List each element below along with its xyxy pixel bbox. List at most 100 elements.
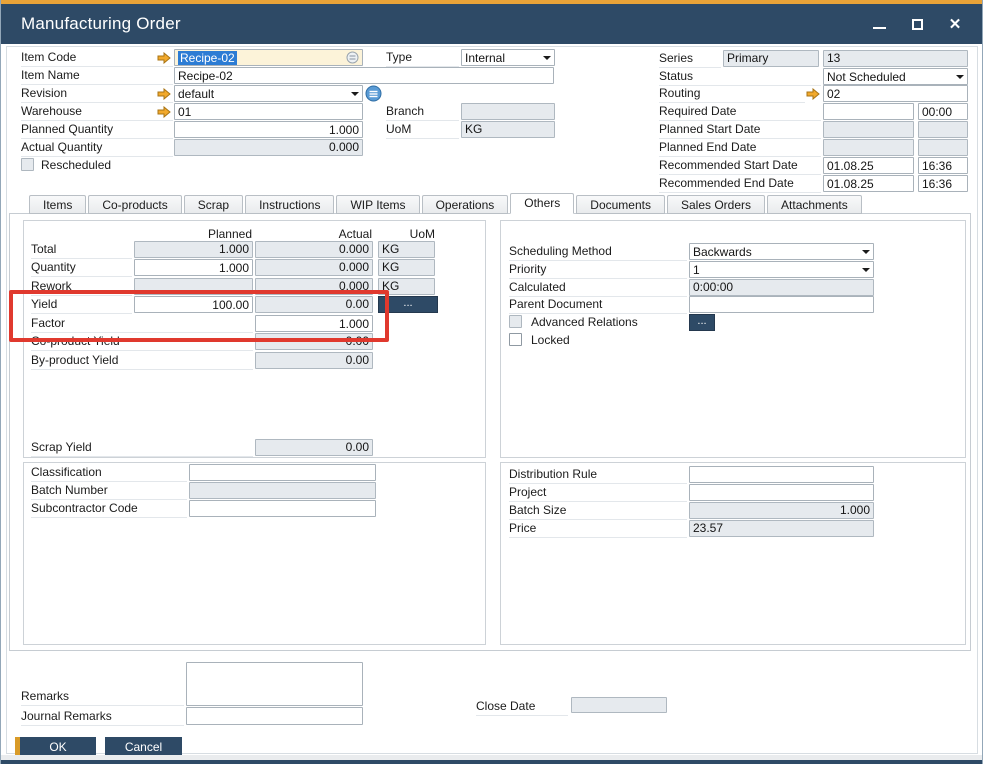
factor-input[interactable] — [255, 315, 373, 332]
distribution-rule-label: Distribution Rule — [509, 466, 687, 484]
by-product-yield-field: 0.00 — [255, 352, 373, 369]
required-time-input[interactable] — [918, 103, 968, 120]
tab-operations[interactable]: Operations — [422, 195, 509, 214]
link-arrow-icon[interactable] — [157, 106, 171, 118]
revision-value: default — [178, 87, 349, 101]
advanced-relations-checkbox[interactable] — [509, 315, 522, 328]
classification-input[interactable] — [189, 464, 376, 481]
cancel-button[interactable]: Cancel — [105, 737, 182, 756]
planned-start-date-label: Planned Start Date — [659, 121, 821, 139]
planned-quantity-label: Planned Quantity — [21, 121, 173, 139]
required-date-label: Required Date — [659, 103, 821, 121]
tab-co-products[interactable]: Co-products — [88, 195, 181, 214]
parent-document-input[interactable] — [689, 296, 874, 313]
series-label: Series — [659, 50, 721, 68]
calculated-label: Calculated — [509, 279, 687, 297]
price-label: Price — [509, 520, 687, 538]
window-title: Manufacturing Order — [21, 14, 181, 34]
quantity-uom-field: KG — [378, 259, 435, 276]
actual-quantity-field: 0.000 — [174, 139, 363, 156]
scheduling-method-value: Backwards — [693, 245, 860, 259]
title-bar[interactable]: Manufacturing Order — [1, 4, 982, 44]
priority-value: 1 — [693, 263, 860, 277]
actual-quantity-label: Actual Quantity — [21, 139, 173, 157]
project-label: Project — [509, 484, 687, 502]
total-uom-field: KG — [378, 241, 435, 258]
tab-attachments[interactable]: Attachments — [767, 195, 862, 214]
tab-wip-items[interactable]: WIP Items — [336, 195, 419, 214]
series-name-field: Primary — [723, 50, 819, 67]
total-label: Total — [31, 241, 132, 259]
yield-planned-input[interactable] — [134, 296, 253, 313]
recommended-start-time-input[interactable] — [918, 157, 968, 174]
item-name-input[interactable] — [174, 67, 554, 84]
scrap-yield-label: Scrap Yield — [31, 439, 253, 457]
routing-label: Routing — [659, 85, 805, 103]
locked-checkbox[interactable] — [509, 333, 522, 346]
recommended-start-date-label: Recommended Start Date — [659, 157, 821, 175]
journal-remarks-input[interactable] — [186, 707, 363, 725]
maximize-button[interactable] — [906, 13, 928, 35]
priority-dropdown[interactable]: 1 — [689, 261, 874, 278]
link-arrow-icon[interactable] — [806, 88, 820, 100]
remarks-label: Remarks — [21, 688, 184, 706]
advanced-relations-more-button[interactable]: ... — [689, 314, 715, 331]
locked-label: Locked — [531, 332, 681, 349]
warehouse-label: Warehouse — [21, 103, 173, 121]
planned-end-date-field — [823, 139, 914, 156]
tab-others[interactable]: Others — [510, 193, 574, 214]
type-dropdown[interactable]: Internal — [461, 49, 555, 66]
minimize-icon — [873, 27, 886, 29]
window-bottom-border — [1, 760, 982, 764]
routing-input[interactable] — [823, 85, 968, 102]
item-code-input[interactable]: Recipe-02 — [174, 49, 363, 66]
subcontractor-code-input[interactable] — [189, 500, 376, 517]
planned-quantity-input[interactable] — [174, 121, 363, 138]
scrap-yield-field: 0.00 — [255, 439, 373, 456]
uom-field: KG — [461, 121, 555, 138]
actual-column-header: Actual — [255, 227, 372, 241]
project-input[interactable] — [689, 484, 874, 501]
rework-planned-field — [134, 278, 253, 295]
branch-field — [461, 103, 555, 120]
batch-size-field: 1.000 — [689, 502, 874, 519]
remarks-textarea[interactable] — [186, 662, 363, 706]
chevron-down-icon — [862, 268, 870, 272]
yield-more-button[interactable]: ... — [378, 296, 438, 313]
close-button[interactable]: ✕ — [944, 13, 966, 35]
tab-instructions[interactable]: Instructions — [245, 195, 334, 214]
planned-start-time-field — [918, 121, 968, 138]
chevron-down-icon — [351, 92, 359, 96]
distribution-rule-input[interactable] — [689, 466, 874, 483]
planned-column-header: Planned — [134, 227, 252, 241]
status-dropdown[interactable]: Not Scheduled — [823, 68, 968, 85]
uom-label: UoM — [386, 121, 459, 139]
recommended-end-date-input[interactable] — [823, 175, 914, 192]
rescheduled-label: Rescheduled — [41, 157, 151, 174]
recommended-start-date-input[interactable] — [823, 157, 914, 174]
tab-scrap[interactable]: Scrap — [184, 195, 243, 214]
tab-documents[interactable]: Documents — [576, 195, 665, 214]
ok-button[interactable]: OK — [20, 737, 96, 756]
rescheduled-checkbox[interactable] — [21, 158, 34, 171]
quantity-planned-input[interactable] — [134, 259, 253, 276]
warehouse-input[interactable] — [174, 103, 363, 120]
tab-sales-orders[interactable]: Sales Orders — [667, 195, 765, 214]
link-arrow-icon[interactable] — [157, 88, 171, 100]
minimize-button[interactable] — [868, 13, 890, 35]
status-value: Not Scheduled — [827, 70, 954, 84]
calculated-field: 0:00:00 — [689, 279, 874, 296]
chevron-down-icon — [956, 75, 964, 79]
classification-label: Classification — [31, 464, 187, 482]
rework-label: Rework — [31, 278, 132, 296]
required-date-input[interactable] — [823, 103, 914, 120]
tab-items[interactable]: Items — [29, 195, 86, 214]
scheduling-method-label: Scheduling Method — [509, 243, 687, 261]
choose-from-list-icon[interactable] — [346, 51, 359, 64]
scheduling-method-dropdown[interactable]: Backwards — [689, 243, 874, 260]
revision-dropdown[interactable]: default — [174, 85, 363, 102]
recommended-end-time-input[interactable] — [918, 175, 968, 192]
advanced-relations-label: Advanced Relations — [531, 314, 681, 331]
revision-list-button[interactable] — [365, 85, 382, 102]
link-arrow-icon[interactable] — [157, 52, 171, 64]
